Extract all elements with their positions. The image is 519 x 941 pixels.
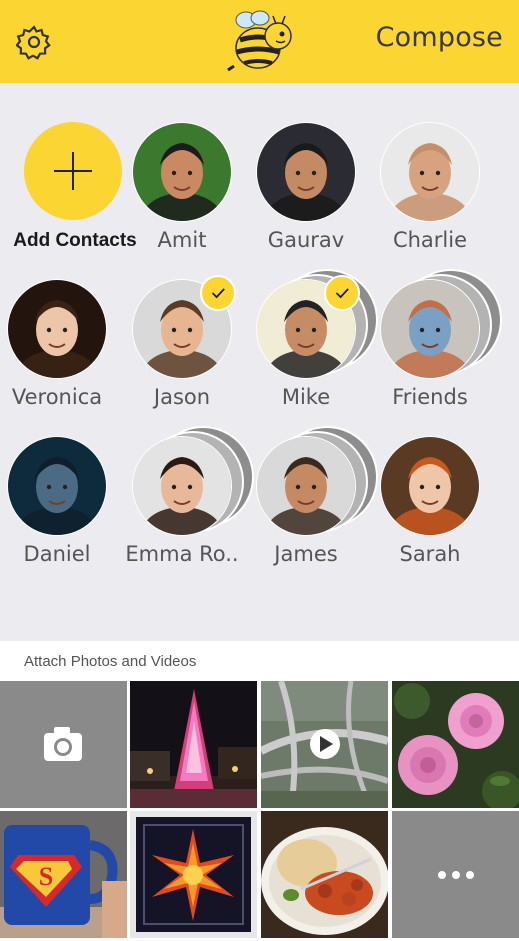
compose-button[interactable]: Compose: [376, 22, 503, 53]
avatar: [132, 122, 232, 222]
avatar-wrap: [132, 275, 236, 379]
mug-photo: S: [0, 811, 127, 938]
avatar: [256, 436, 356, 536]
avatar: [7, 279, 107, 379]
sun-tile-photo: [130, 811, 257, 938]
selected-check-icon: [200, 275, 236, 311]
plus-icon: [54, 152, 92, 190]
contact-name: Sarah: [399, 542, 461, 566]
avatar: [380, 279, 480, 379]
avatar: [380, 436, 480, 536]
contact-emmaro[interactable]: Emma Ro..: [115, 398, 254, 566]
avatar: [7, 436, 107, 536]
avatar-wrap: [380, 269, 502, 379]
photo-thumbnail[interactable]: [130, 681, 257, 808]
gear-icon[interactable]: [16, 24, 52, 60]
avatar-wrap: [256, 269, 378, 379]
photo-grid: S: [0, 681, 519, 941]
contact-sarah[interactable]: Sarah: [363, 398, 493, 566]
highway-video: [261, 681, 388, 808]
contact-jason[interactable]: Jason: [115, 241, 245, 409]
contact-daniel[interactable]: Daniel: [0, 398, 120, 566]
contact-charlie[interactable]: Charlie: [363, 84, 493, 252]
attach-label: Attach Photos and Videos: [24, 653, 197, 670]
photo-thumbnail[interactable]: [392, 681, 519, 808]
photo-thumbnail[interactable]: [130, 811, 257, 938]
food-photo: [261, 811, 388, 938]
contact-friends[interactable]: Friends: [363, 241, 502, 409]
svg-text:S: S: [39, 862, 53, 891]
contact-gaurav[interactable]: Gaurav: [239, 84, 369, 252]
add-contacts-button[interactable]: [24, 122, 122, 220]
avatar-wrap: [7, 436, 107, 536]
video-thumbnail[interactable]: [261, 681, 388, 808]
contact-amit[interactable]: Amit: [115, 84, 245, 252]
avatar-wrap: [132, 426, 254, 536]
contact-james[interactable]: James: [239, 398, 378, 566]
avatar-wrap: [380, 436, 480, 536]
selected-check-icon: [324, 275, 360, 311]
contact-veronica[interactable]: Veronica: [0, 241, 120, 409]
contact-mike[interactable]: Mike: [239, 241, 378, 409]
camera-tile[interactable]: [0, 681, 127, 808]
photo-thumbnail[interactable]: [261, 811, 388, 938]
avatar: [380, 122, 480, 222]
avatar: [132, 436, 232, 536]
more-photos-button[interactable]: [392, 811, 519, 938]
avatar-wrap: [256, 426, 378, 536]
more-icon: [438, 871, 474, 879]
avatar-wrap: [256, 122, 356, 222]
camera-icon: [44, 727, 82, 761]
avatar-wrap: [132, 122, 232, 222]
avatar: [256, 122, 356, 222]
avatar-wrap: [380, 122, 480, 222]
top-bar: Compose: [0, 0, 519, 83]
bee-logo: [227, 10, 292, 72]
christmas-tree-photo: [130, 681, 257, 808]
attach-section-header: Attach Photos and Videos: [0, 641, 519, 681]
photo-thumbnail[interactable]: S: [0, 811, 127, 938]
roses-photo: [392, 681, 519, 808]
avatar-wrap: [7, 279, 107, 379]
